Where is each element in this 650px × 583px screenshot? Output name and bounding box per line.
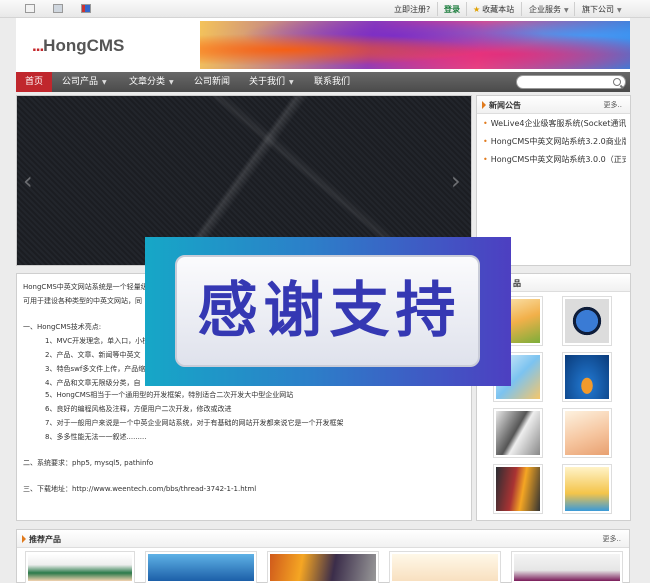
content-line: 1、MVC开发理念，单入口，小核 <box>45 337 150 345</box>
chevron-down-icon: ▼ <box>617 7 622 14</box>
news-item[interactable]: • HongCMS中英文网站系统3.2.0商业版发 <box>483 136 626 147</box>
content-line: 6、良好的编程风格及注释，方便用户二次开发，修改或改进 <box>45 405 232 413</box>
news-item[interactable]: • WeLive4企业级客服系统(Socket通讯就 <box>483 118 626 129</box>
content-line: 一、HongCMS技术亮点: <box>23 323 102 331</box>
header-banner <box>200 21 630 69</box>
recommended-thumb[interactable] <box>267 551 379 583</box>
thumbs-title: 品 <box>513 279 521 288</box>
news-item-text: HongCMS中英文网站系统3.2.0商业版发 <box>490 137 626 146</box>
enterprise-menu[interactable]: 企业服务 ▼ <box>529 4 569 15</box>
recommended-thumb[interactable] <box>25 551 135 583</box>
thanks-text: 感谢支持 <box>197 276 462 346</box>
window-icon[interactable] <box>53 4 63 13</box>
login-link[interactable]: 登录 <box>444 4 460 15</box>
news-item-text: WeLive4企业级客服系统(Socket通讯就 <box>490 119 626 128</box>
nav-item-news[interactable]: 公司新闻 <box>194 72 230 92</box>
content-line: 2、产品、文章、新闻等中英文 <box>45 351 141 359</box>
content-line: HongCMS中英文网站系统是一个轻量级 <box>23 283 148 291</box>
top-bar: 立即注册? 登录 ★ 收藏本站 企业服务 ▼ 旗下公司 ▼ <box>0 0 650 18</box>
content-line: 可用于建设各种类型的中英文网站，同 <box>23 297 142 305</box>
news-header: 新闻公告 更多.. <box>477 96 630 114</box>
bullet-icon: • <box>483 137 488 146</box>
nav-item-products[interactable]: 公司产品 ▼ <box>62 72 107 92</box>
recommended-box: 推荐产品 更多.. <box>16 529 630 583</box>
search-icon[interactable] <box>613 78 621 86</box>
nav-label: 公司产品 <box>62 77 99 87</box>
header: ...HongCMS <box>16 18 630 72</box>
chevron-down-icon: ▼ <box>289 79 294 86</box>
company-menu[interactable]: 旗下公司 ▼ <box>582 4 622 15</box>
home-icon[interactable] <box>25 4 35 13</box>
triangle-icon <box>22 535 26 543</box>
company-label: 旗下公司 <box>582 5 614 14</box>
product-thumb[interactable] <box>562 296 612 346</box>
news-title: 新闻公告 <box>489 101 521 110</box>
content-line: 4、产品和文章无限级分类，自 <box>45 379 141 387</box>
logo-dots: ... <box>32 36 44 55</box>
favorite-link[interactable]: ★ 收藏本站 <box>473 4 514 15</box>
content-line[interactable]: 三、下载地址：http://www.weentech.com/bbs/threa… <box>23 484 256 494</box>
enterprise-label: 企业服务 <box>529 5 561 14</box>
chevron-down-icon: ▼ <box>169 79 174 86</box>
content-line: 3、特色swf多文件上传，产品缩 <box>45 365 146 373</box>
search-input[interactable] <box>516 75 626 89</box>
triangle-icon <box>482 101 486 109</box>
recommended-thumb[interactable] <box>389 551 501 583</box>
bullet-icon: • <box>483 155 488 164</box>
thanks-panel: 感谢支持 <box>175 255 480 367</box>
register-link[interactable]: 立即注册? <box>394 4 430 15</box>
nav-item-about[interactable]: 关于我们 ▼ <box>249 72 294 92</box>
logo-text: HongCMS <box>43 36 125 55</box>
nav-label: 关于我们 <box>249 77 286 87</box>
nav-item-articles[interactable]: 文章分类 ▼ <box>129 72 174 92</box>
product-thumb[interactable] <box>493 408 543 458</box>
news-item-text: HongCMS中英文网站系统3.0.0（正式 <box>490 155 626 164</box>
chevron-down-icon: ▼ <box>564 7 569 14</box>
recommended-more-link[interactable]: 更多.. <box>603 534 621 544</box>
logo[interactable]: ...HongCMS <box>32 36 124 56</box>
main-nav: 首页 公司产品 ▼ 文章分类 ▼ 公司新闻 关于我们 ▼ 联系我们 <box>16 72 630 92</box>
product-thumb[interactable] <box>562 408 612 458</box>
content-line: 8、多多性能无法一一叙述......... <box>45 433 147 441</box>
nav-item-contact[interactable]: 联系我们 <box>314 72 350 92</box>
recommended-header: 推荐产品 更多.. <box>17 530 629 548</box>
favorite-label: 收藏本站 <box>482 5 515 14</box>
flag-icon[interactable] <box>81 4 91 13</box>
content-line: 二、系统要求：php5, mysql5, pathinfo <box>23 459 154 467</box>
product-thumb[interactable] <box>493 464 543 514</box>
content-line: 7、对于一般用户来说是一个中英企业网站系统，对于有基础的网站开发都来说它是一个开… <box>45 419 344 427</box>
chevron-left-icon[interactable]: ‹ <box>23 166 37 196</box>
thanks-overlay: 感谢支持 <box>145 237 511 386</box>
news-item[interactable]: • HongCMS中英文网站系统3.0.0（正式 <box>483 154 626 165</box>
nav-label: 文章分类 <box>129 77 166 87</box>
bullet-icon: • <box>483 119 488 128</box>
recommended-thumb[interactable] <box>511 551 623 583</box>
product-thumb[interactable] <box>562 464 612 514</box>
recommended-title: 推荐产品 <box>29 535 61 544</box>
content-line: 5、HongCMS相当于一个通用型的开发框架，特别适合二次开发大中型企业网站 <box>45 391 294 399</box>
news-more-link[interactable]: 更多.. <box>604 100 622 110</box>
product-thumb[interactable] <box>562 352 612 402</box>
chevron-down-icon: ▼ <box>102 79 107 86</box>
star-icon: ★ <box>473 5 481 14</box>
chevron-right-icon[interactable]: › <box>451 166 465 196</box>
nav-item-home[interactable]: 首页 <box>16 72 52 92</box>
recommended-thumb[interactable] <box>145 551 257 583</box>
